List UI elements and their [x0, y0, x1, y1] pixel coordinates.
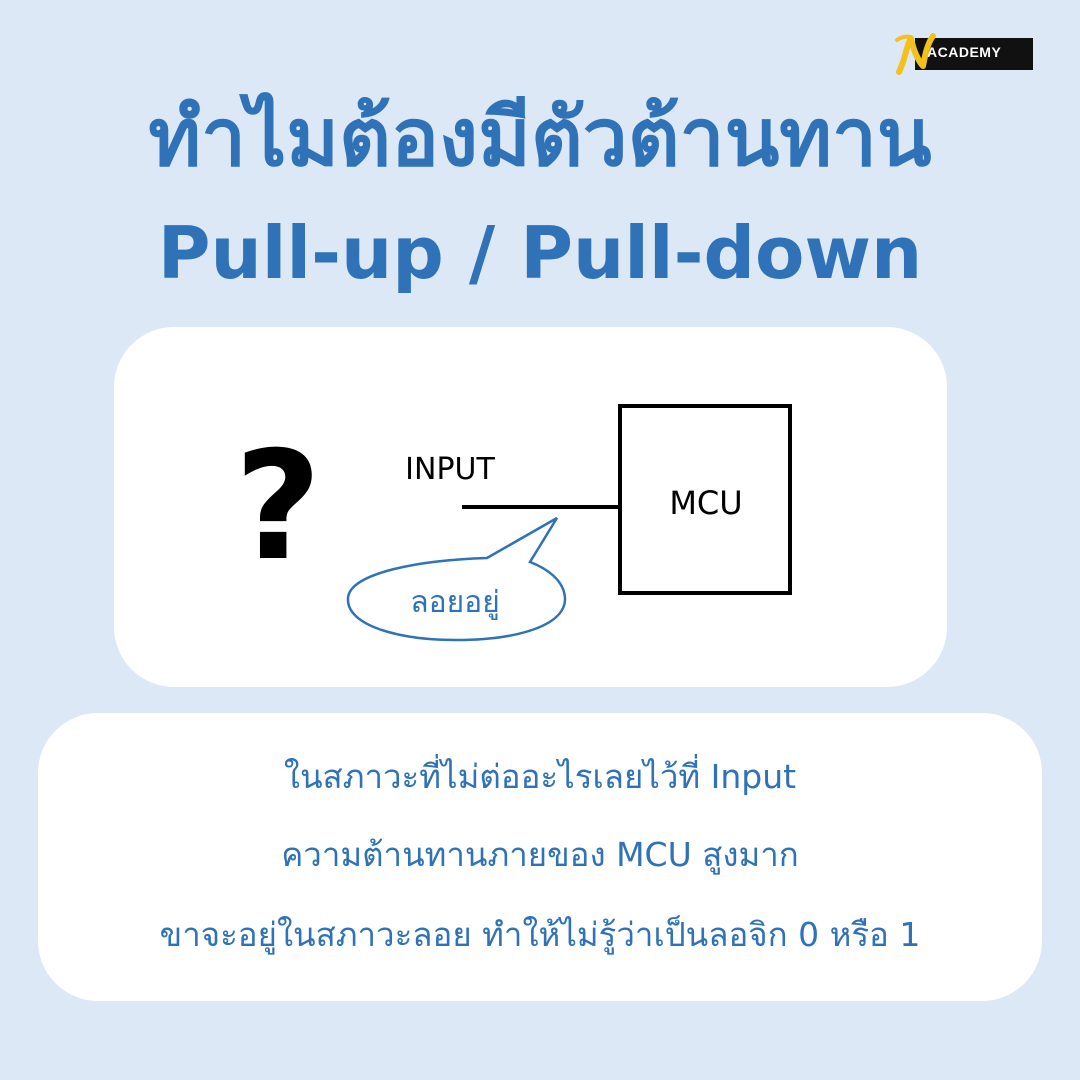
speech-bubble: [346, 516, 567, 642]
question-mark-icon: ?: [234, 420, 321, 594]
bubble-label: ลอยอยู่: [410, 585, 500, 620]
explanation-line-2: ความต้านทานภายของ MCU สูงมาก: [281, 835, 799, 874]
explanation-line-1: ในสภาวะที่ไม่ต่ออะไรเลยไว้ที่ Input: [283, 757, 797, 796]
input-label: INPUT: [405, 452, 495, 487]
explanation-line-3: ขาจะอยู่ในสภาวะลอย ทำให้ไม่รู้ว่าเป็นลอจ…: [159, 915, 921, 954]
mcu-label: MCU: [669, 484, 742, 522]
